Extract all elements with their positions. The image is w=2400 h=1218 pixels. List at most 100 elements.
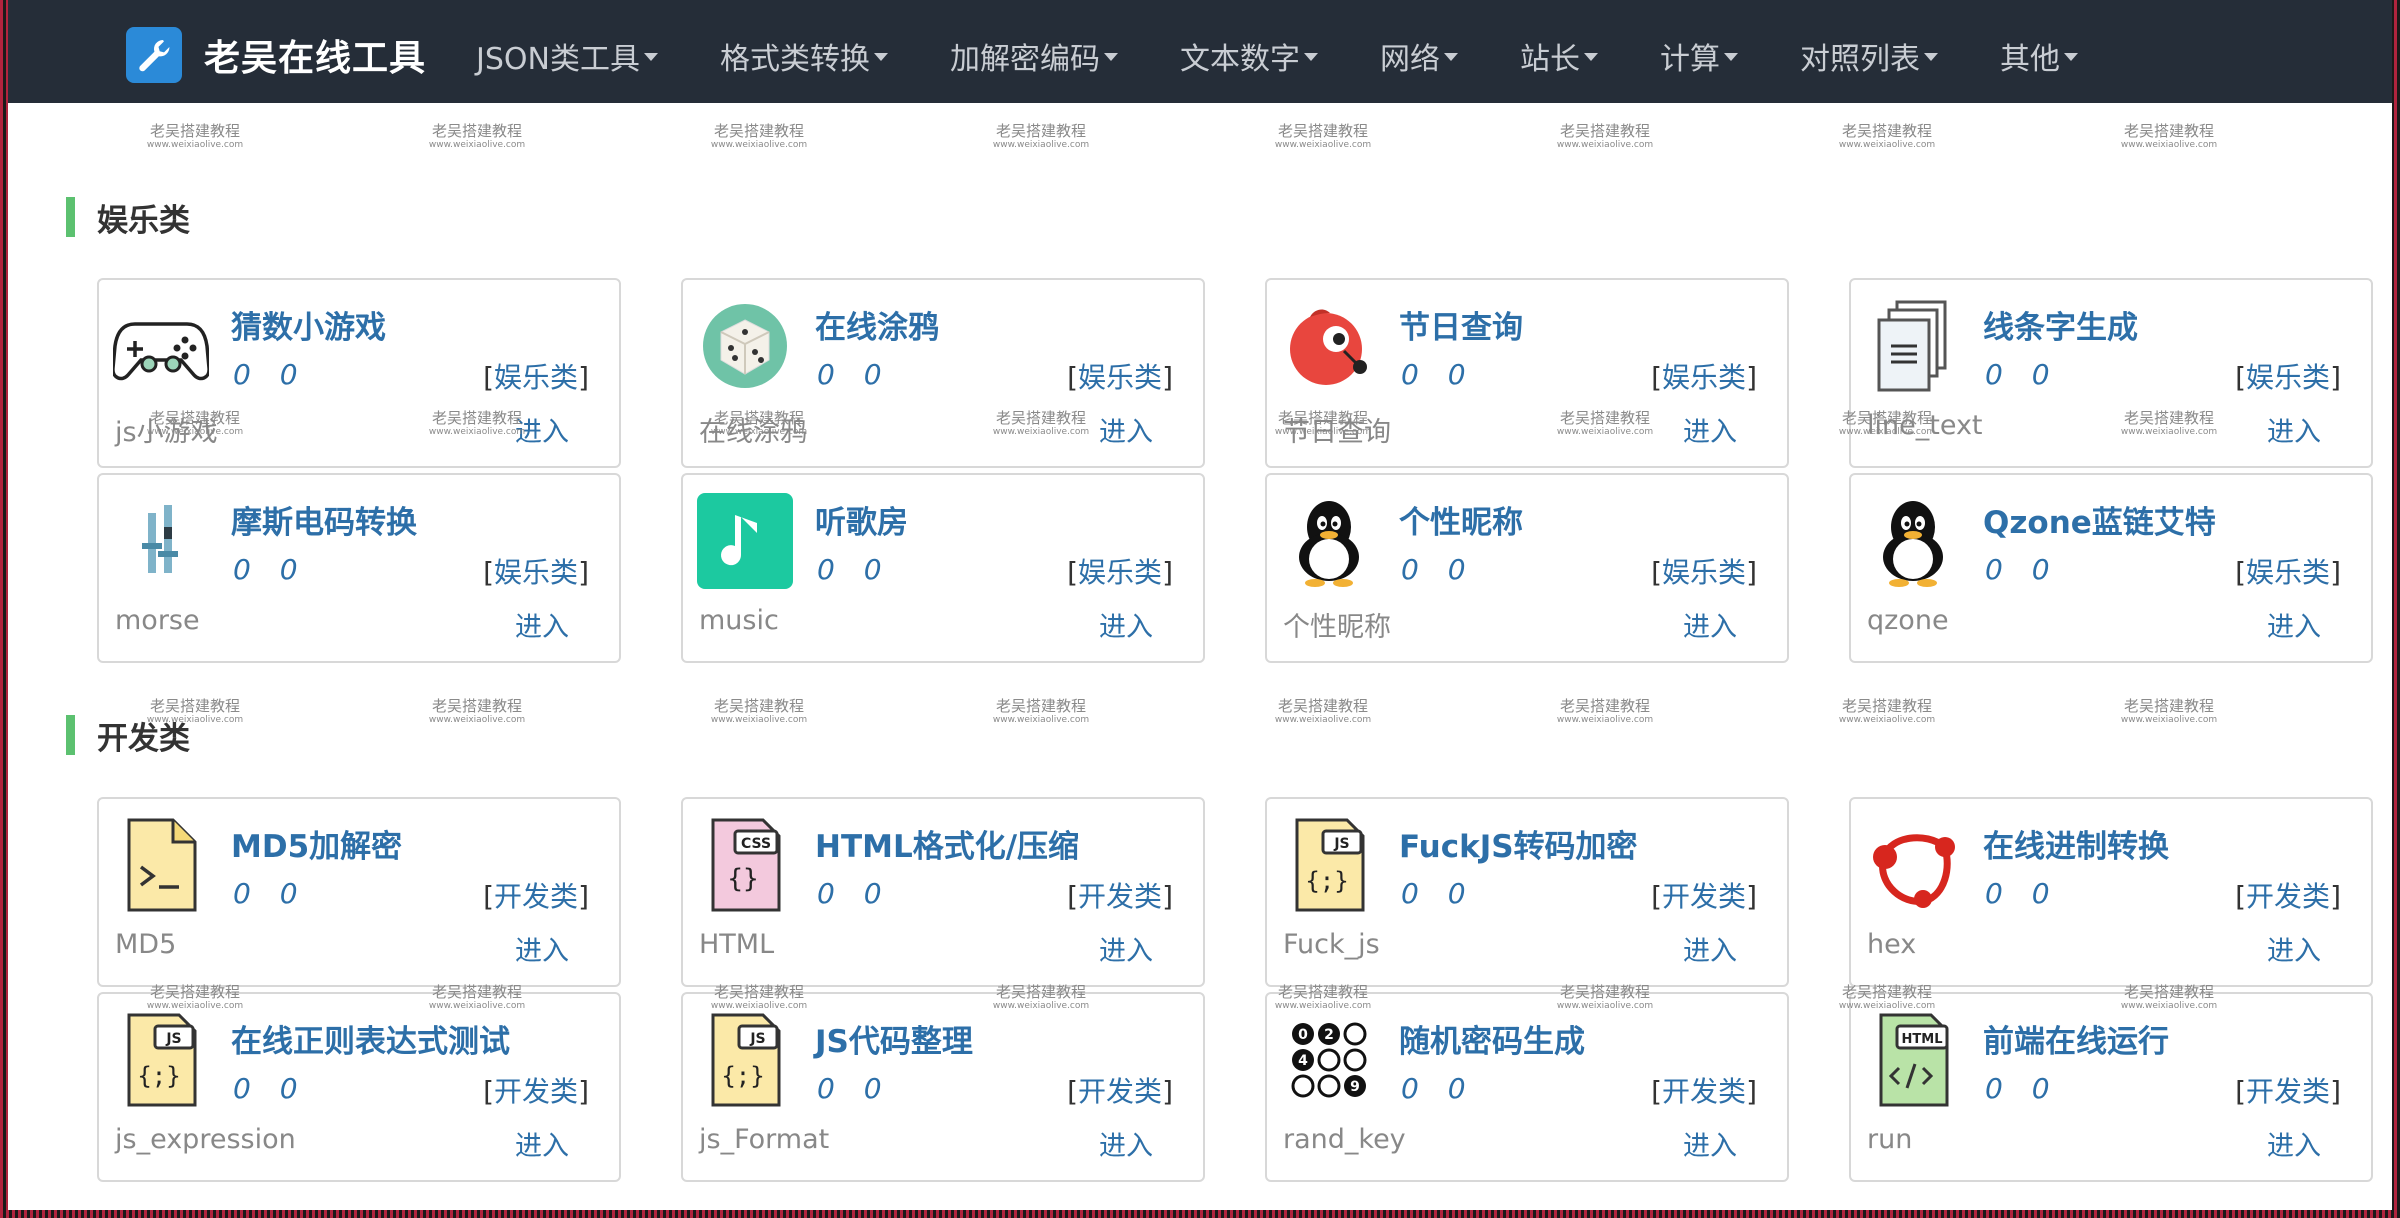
tool-card[interactable]: 个性昵称 0 0 [娱乐类] 个性昵称 进入 bbox=[1265, 473, 1789, 663]
card-title[interactable]: 摩斯电码转换 bbox=[231, 497, 417, 542]
enter-link[interactable]: 进入 bbox=[2267, 605, 2321, 644]
card-category-link[interactable]: 娱乐类 bbox=[1078, 361, 1162, 394]
tool-card[interactable]: 0 2 4 9 随机密码生成 0 0 [开发类] rand_key 进入 bbox=[1265, 992, 1789, 1182]
enter-link[interactable]: 进入 bbox=[515, 1124, 569, 1163]
tool-card[interactable]: Qzone蓝链艾特 0 0 [娱乐类] qzone 进入 bbox=[1849, 473, 2373, 663]
tool-card[interactable]: 摩斯电码转换 0 0 [娱乐类] morse 进入 bbox=[97, 473, 621, 663]
tool-card[interactable]: 猜数小游戏 0 0 [娱乐类] js小游戏 进入 bbox=[97, 278, 621, 468]
tool-card[interactable]: JS {;} 在线正则表达式测试 0 0 [开发类] js_expression… bbox=[97, 992, 621, 1182]
card-category-link[interactable]: 娱乐类 bbox=[1078, 556, 1162, 589]
wrench-icon bbox=[126, 27, 182, 83]
card-title[interactable]: 在线进制转换 bbox=[1983, 821, 2169, 866]
caret-down-icon bbox=[643, 53, 658, 61]
card-category: [开发类] bbox=[1651, 880, 1757, 913]
card-category-link[interactable]: 开发类 bbox=[1662, 880, 1746, 913]
svg-text:HTML: HTML bbox=[1902, 1032, 1943, 1047]
card-title[interactable]: 节日查询 bbox=[1399, 302, 1523, 347]
watermark-url: www.weixiaolive.com bbox=[146, 140, 244, 150]
card-category-link[interactable]: 娱乐类 bbox=[2246, 556, 2330, 589]
svg-text:JS: JS bbox=[1333, 836, 1349, 852]
card-category-link[interactable]: 开发类 bbox=[1078, 1075, 1162, 1108]
terminal-file-icon bbox=[113, 817, 209, 913]
tool-card[interactable]: JS {;} FuckJS转码加密 0 0 [开发类] Fuck_js 进入 bbox=[1265, 797, 1789, 987]
tool-card[interactable]: CSS {} HTML格式化/压缩 0 0 [开发类] HTML 进入 bbox=[681, 797, 1205, 987]
enter-link[interactable]: 进入 bbox=[1683, 605, 1737, 644]
enter-link[interactable]: 进入 bbox=[515, 929, 569, 968]
card-category-link[interactable]: 开发类 bbox=[2246, 1075, 2330, 1108]
enter-link[interactable]: 进入 bbox=[2267, 1124, 2321, 1163]
watermark: 老吴搭建教程 www.weixiaolive.com bbox=[1832, 124, 1942, 150]
card-category-link[interactable]: 开发类 bbox=[2246, 880, 2330, 913]
nav-menu-encrypt-encode[interactable]: 加解密编码 bbox=[950, 34, 1118, 78]
enter-link[interactable]: 进入 bbox=[1683, 1124, 1737, 1163]
enter-link[interactable]: 进入 bbox=[1683, 410, 1737, 449]
nav-menu-json-tools[interactable]: JSON类工具 bbox=[476, 34, 658, 78]
card-category: [开发类] bbox=[1067, 1075, 1173, 1108]
tool-card[interactable]: 线条字生成 0 0 [娱乐类] line_text 进入 bbox=[1849, 278, 2373, 468]
enter-link[interactable]: 进入 bbox=[2267, 410, 2321, 449]
svg-text:JS: JS bbox=[165, 1031, 181, 1047]
card-title[interactable]: JS代码整理 bbox=[815, 1016, 973, 1061]
card-title[interactable]: FuckJS转码加密 bbox=[1399, 821, 1638, 866]
card-category-link[interactable]: 娱乐类 bbox=[2246, 361, 2330, 394]
enter-link[interactable]: 进入 bbox=[1099, 929, 1153, 968]
enter-link[interactable]: 进入 bbox=[1099, 605, 1153, 644]
card-category-link[interactable]: 娱乐类 bbox=[494, 556, 578, 589]
svg-text:JS: JS bbox=[749, 1031, 765, 1047]
card-title[interactable]: 猜数小游戏 bbox=[231, 302, 386, 347]
nav-menu-calculate[interactable]: 计算 bbox=[1660, 34, 1738, 78]
tool-card[interactable]: 节日查询 0 0 [娱乐类] 节日查询 进入 bbox=[1265, 278, 1789, 468]
nav-menu-other[interactable]: 其他 bbox=[2000, 34, 2078, 78]
tool-card[interactable]: MD5加解密 0 0 [开发类] MD5 进入 bbox=[97, 797, 621, 987]
brand-link[interactable]: 老吴在线工具 bbox=[126, 27, 426, 83]
section-title: 娱乐类 bbox=[97, 202, 190, 239]
card-category-link[interactable]: 娱乐类 bbox=[1662, 556, 1746, 589]
card-category-link[interactable]: 开发类 bbox=[1078, 880, 1162, 913]
music-note-icon bbox=[697, 493, 793, 589]
nav-menu-network[interactable]: 网络 bbox=[1380, 34, 1458, 78]
enter-link[interactable]: 进入 bbox=[1683, 929, 1737, 968]
card-title[interactable]: 个性昵称 bbox=[1399, 497, 1523, 542]
card-category-link[interactable]: 娱乐类 bbox=[1662, 361, 1746, 394]
tool-card[interactable]: HTML 前端在线运行 0 0 [开发类] run 进入 bbox=[1849, 992, 2373, 1182]
card-stats: 0 0 bbox=[233, 553, 308, 586]
card-category: [娱乐类] bbox=[2235, 361, 2341, 394]
card-category-link[interactable]: 开发类 bbox=[494, 880, 578, 913]
card-title[interactable]: 在线涂鸦 bbox=[815, 302, 939, 347]
svg-text:{;}: {;} bbox=[1305, 867, 1348, 895]
card-title[interactable]: HTML格式化/压缩 bbox=[815, 821, 1079, 866]
watermark-text: 老吴搭建教程 bbox=[1559, 122, 1650, 140]
tool-card[interactable]: JS {;} JS代码整理 0 0 [开发类] js_Format 进入 bbox=[681, 992, 1205, 1182]
watermark-text: 老吴搭建教程 bbox=[2123, 122, 2214, 140]
tool-card[interactable]: 听歌房 0 0 [娱乐类] music 进入 bbox=[681, 473, 1205, 663]
js-file-icon: JS {;} bbox=[1281, 817, 1377, 913]
enter-link[interactable]: 进入 bbox=[2267, 929, 2321, 968]
card-title[interactable]: 随机密码生成 bbox=[1399, 1016, 1585, 1061]
enter-link[interactable]: 进入 bbox=[515, 410, 569, 449]
svg-text:{;}: {;} bbox=[721, 1062, 764, 1090]
nav-menu-webmaster[interactable]: 站长 bbox=[1520, 34, 1598, 78]
html-file-icon: HTML bbox=[1865, 1012, 1961, 1108]
card-slug: music bbox=[699, 605, 779, 636]
enter-link[interactable]: 进入 bbox=[515, 605, 569, 644]
card-stats: 0 0 bbox=[1401, 877, 1476, 910]
nav-menu-format-convert[interactable]: 格式类转换 bbox=[720, 34, 888, 78]
card-title[interactable]: MD5加解密 bbox=[231, 821, 402, 866]
card-title[interactable]: Qzone蓝链艾特 bbox=[1983, 497, 2216, 542]
tool-card[interactable]: 在线进制转换 0 0 [开发类] hex 进入 bbox=[1849, 797, 2373, 987]
card-title[interactable]: 线条字生成 bbox=[1983, 302, 2138, 347]
card-category-link[interactable]: 开发类 bbox=[1662, 1075, 1746, 1108]
nav-menu-text-number[interactable]: 文本数字 bbox=[1180, 34, 1318, 78]
card-category-link[interactable]: 开发类 bbox=[494, 1075, 578, 1108]
card-category-link[interactable]: 娱乐类 bbox=[494, 361, 578, 394]
enter-link[interactable]: 进入 bbox=[1099, 410, 1153, 449]
card-title[interactable]: 前端在线运行 bbox=[1983, 1016, 2169, 1061]
tool-card[interactable]: 在线涂鸦 0 0 [娱乐类] 在线涂鸦 进入 bbox=[681, 278, 1205, 468]
nav-menu-reference-lists[interactable]: 对照列表 bbox=[1800, 34, 1938, 78]
enter-link[interactable]: 进入 bbox=[1099, 1124, 1153, 1163]
card-slug: HTML bbox=[699, 929, 775, 960]
card-title[interactable]: 在线正则表达式测试 bbox=[231, 1016, 510, 1061]
card-title[interactable]: 听歌房 bbox=[815, 497, 908, 542]
watermark-text: 老吴搭建教程 bbox=[431, 122, 522, 140]
share-nodes-icon bbox=[1865, 817, 1961, 913]
